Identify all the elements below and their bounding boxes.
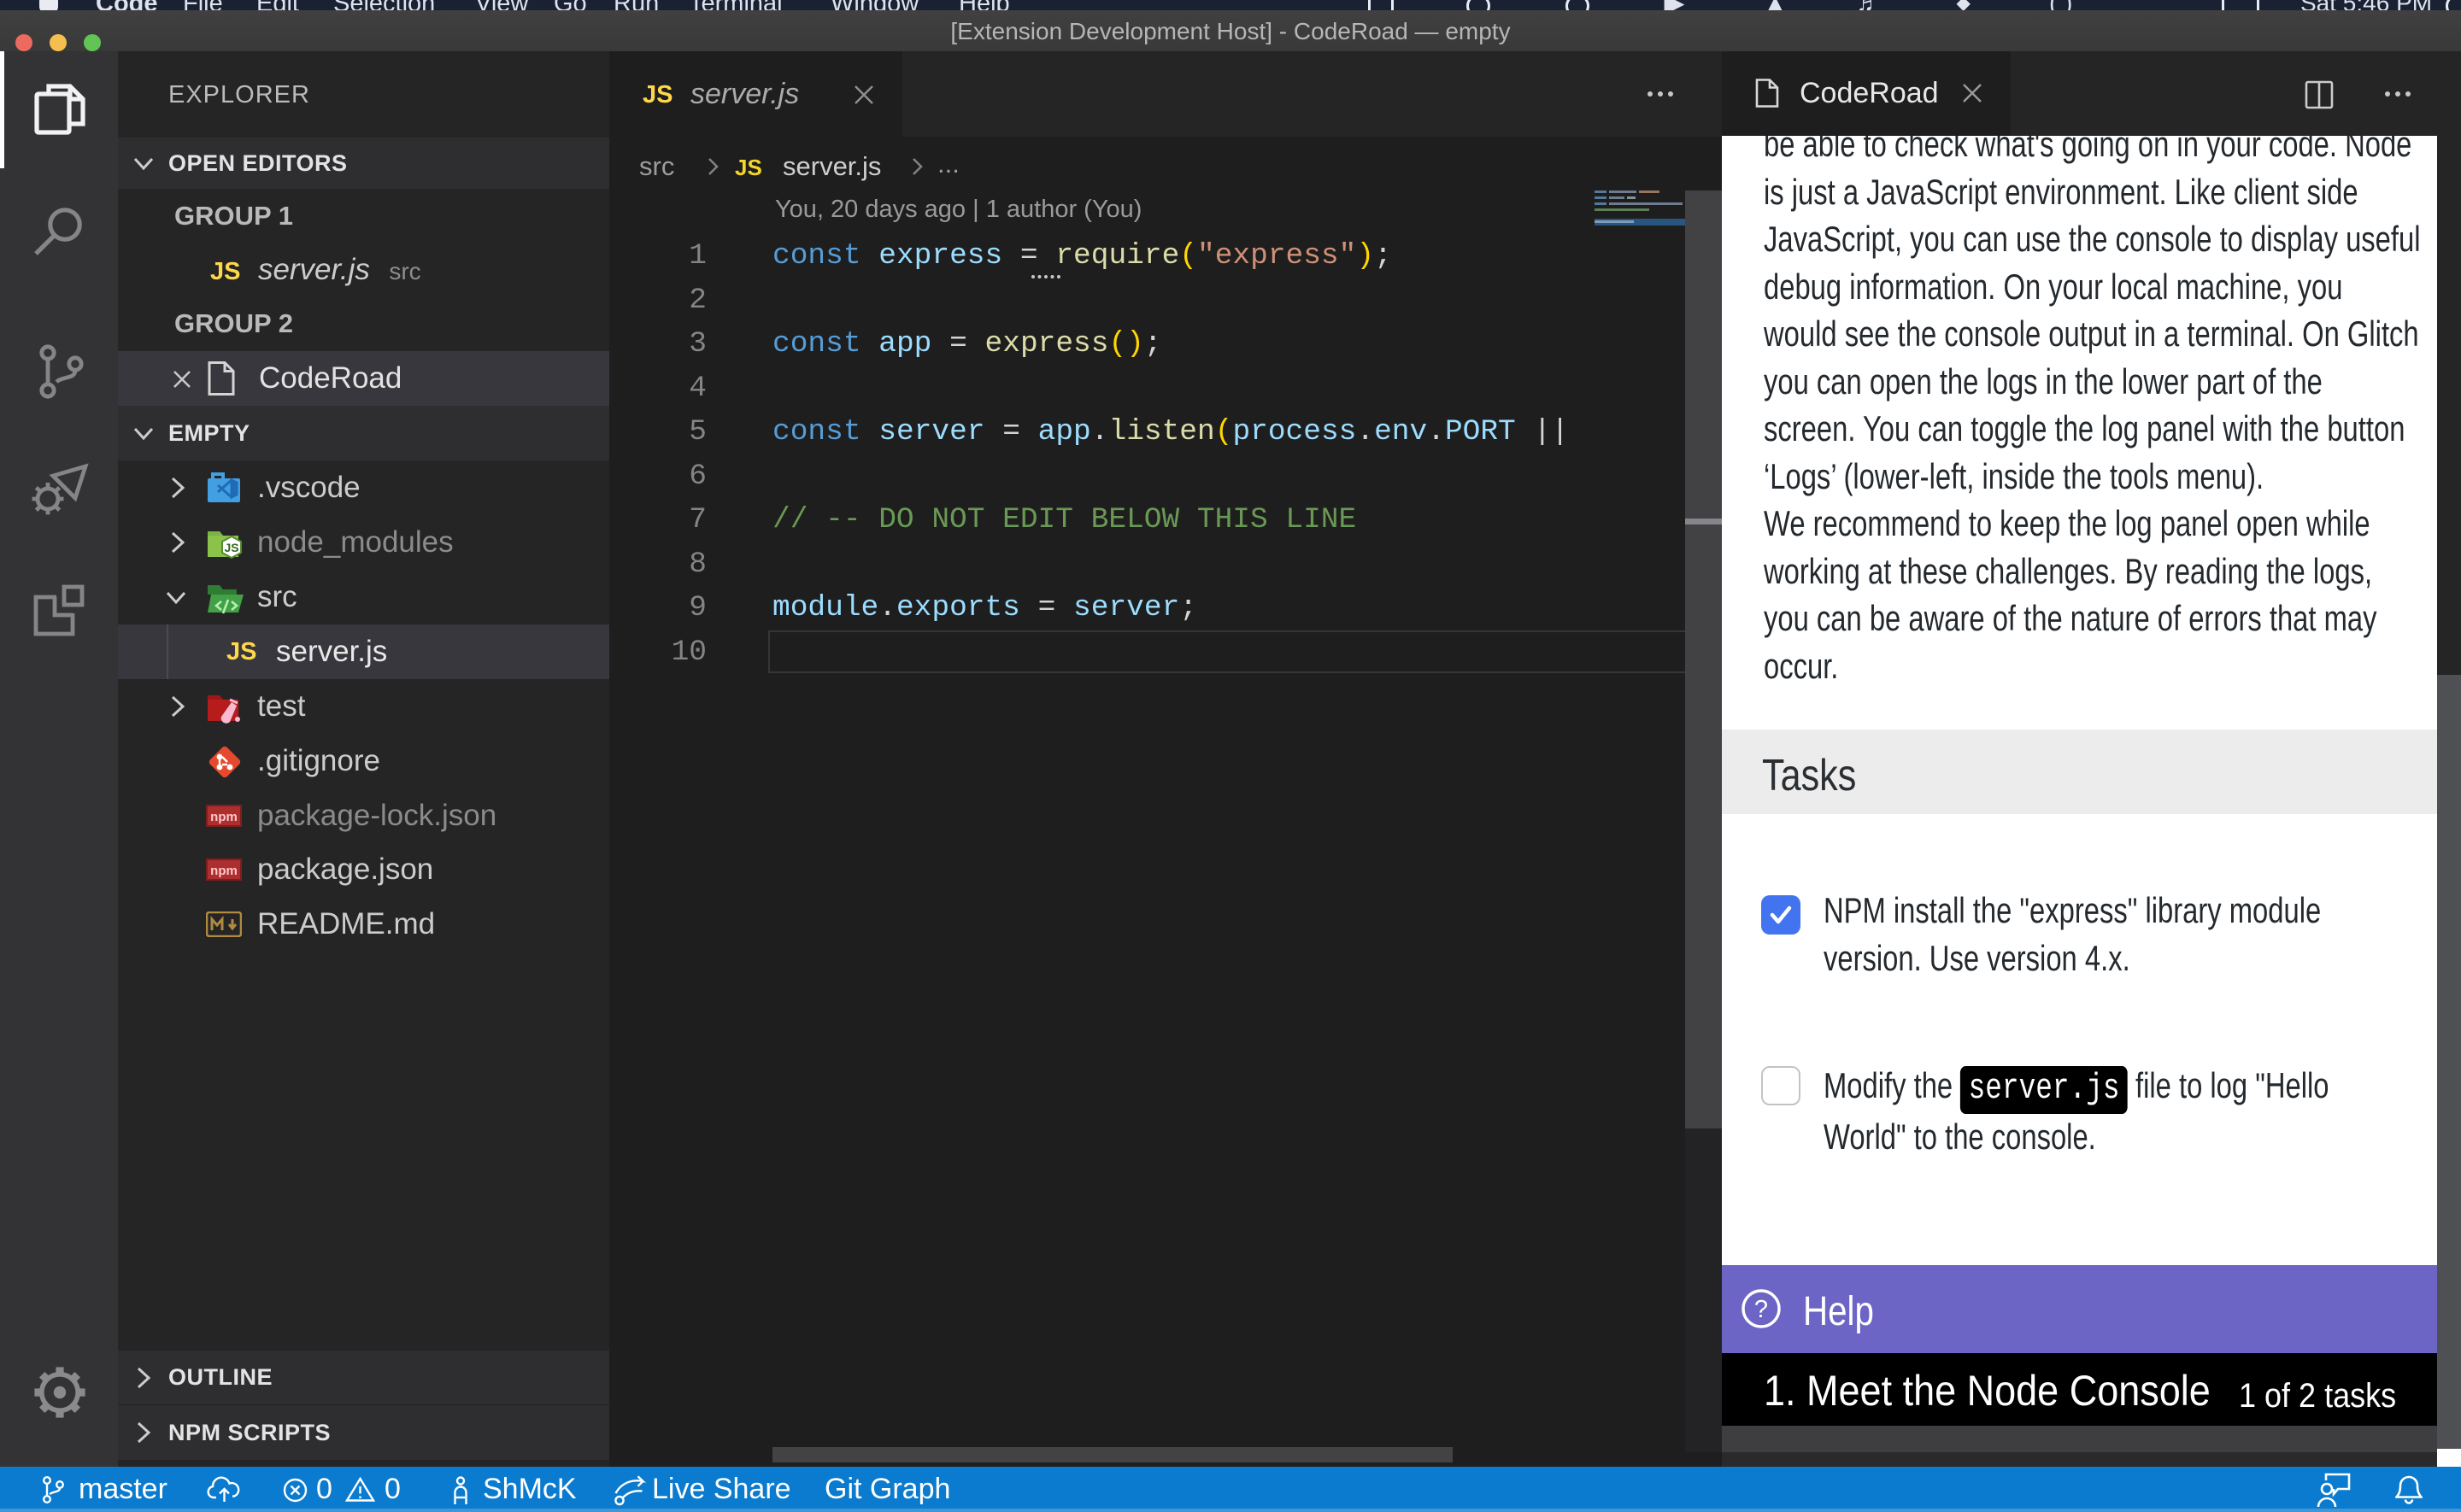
svg-text:npm: npm	[210, 864, 238, 878]
svg-text:npm: npm	[210, 810, 238, 824]
svg-text:JS: JS	[224, 541, 238, 554]
svg-text:?: ?	[1754, 1296, 1768, 1323]
